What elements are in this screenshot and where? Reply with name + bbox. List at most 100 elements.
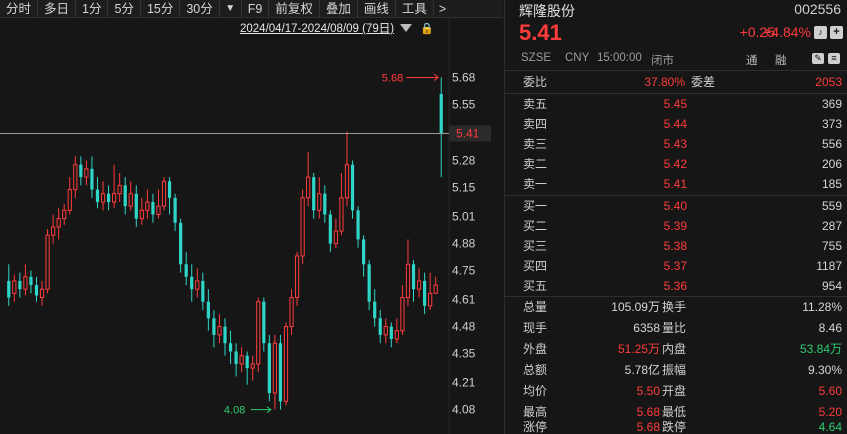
tab-30min[interactable]: 30分	[180, 0, 220, 18]
order-diff-value: 2053	[815, 75, 842, 89]
candle-body	[217, 326, 222, 336]
tab-1min[interactable]: 1分	[76, 0, 109, 18]
stat-label: 外盘	[523, 342, 548, 356]
triangle-down-icon[interactable]	[400, 24, 413, 32]
ask-row[interactable]: 卖五 5.45 369	[505, 94, 847, 114]
candle-body	[167, 181, 172, 198]
candle-body	[328, 214, 332, 244]
candle-body	[190, 276, 194, 290]
y-tick-label: 4.21	[452, 376, 476, 390]
bid-price: 5.37	[663, 259, 687, 273]
candle-body	[73, 164, 78, 191]
menu-icon[interactable]: ≡	[828, 53, 840, 64]
ask-row[interactable]: 卖四 5.44 373	[505, 114, 847, 134]
candle-body	[400, 297, 405, 332]
candle-body	[7, 280, 11, 298]
candle-body	[422, 280, 427, 306]
tab-intraday[interactable]: 分时	[0, 0, 39, 18]
order-diff-label: 委差	[691, 75, 716, 89]
stat-label: 内盘	[662, 342, 687, 356]
candle-body	[117, 184, 122, 195]
forward-adjust-button[interactable]: 前复权	[269, 0, 320, 18]
candle-body	[262, 301, 266, 344]
ask-price: 5.44	[663, 117, 687, 131]
stat-value: 6358	[633, 321, 660, 335]
ask-label: 卖四	[523, 117, 548, 131]
bid-row[interactable]: 买二 5.39 287	[505, 216, 847, 236]
candle-body	[339, 197, 344, 232]
y-tick-label: 5.55	[452, 97, 476, 111]
candle-body	[439, 94, 443, 134]
f9-button[interactable]: F9	[242, 0, 270, 18]
tab-multi-day[interactable]: 多日	[38, 0, 77, 18]
y-tick-label: 4.35	[452, 347, 476, 361]
bid-row[interactable]: 买三 5.38 755	[505, 236, 847, 256]
candlestick-chart-area[interactable]: 5.68 5.55 5.28 5.15 5.01 4.88 4.75 4.61 4.48 4.35…	[0, 18, 503, 434]
ask-row[interactable]: 卖一 5.41 185	[505, 174, 847, 194]
exchange-label: SZSE	[521, 52, 552, 64]
lock-icon[interactable]: 🔒	[420, 22, 434, 35]
candle-body	[344, 164, 350, 199]
period-selector[interactable]: 2024/04/17-2024/08/09 (79日) 🔒	[240, 20, 434, 36]
bid-row[interactable]: 买四 5.37 1187	[505, 256, 847, 276]
overlay-button[interactable]: 叠加	[320, 0, 358, 18]
candle-body	[223, 326, 227, 344]
ask-price: 5.41	[663, 177, 687, 191]
stat-value: 5.68	[636, 420, 660, 434]
stat-value: 5.50	[636, 384, 660, 398]
candle-body	[139, 209, 144, 220]
candle-body	[151, 202, 155, 215]
bid-row[interactable]: 买五 5.36 954	[505, 276, 847, 296]
stat-value: 5.78亿	[624, 363, 660, 377]
candle-body	[95, 189, 100, 203]
candle-body	[416, 280, 422, 290]
ask-row[interactable]: 卖三 5.43 556	[505, 134, 847, 154]
stat-row: 总量 105.09万 换手 11.28%	[505, 297, 847, 318]
candle-body	[12, 280, 17, 294]
stat-label: 总量	[523, 300, 548, 314]
candle-body	[300, 197, 305, 257]
candle-body	[128, 193, 133, 207]
bid-label: 买二	[523, 219, 548, 233]
ask-label: 卖一	[523, 177, 548, 191]
candle-body	[317, 193, 322, 211]
candle-body	[306, 176, 311, 199]
candle-body	[39, 288, 45, 299]
candle-body	[239, 355, 244, 365]
candlestick-chart[interactable]: 5.68 5.55 5.28 5.15 5.01 4.88 4.75 4.61 4.48 4.35…	[0, 18, 503, 434]
bell-icon[interactable]: ♪	[814, 26, 827, 39]
y-tick-label: 4.48	[452, 320, 476, 334]
period-dropdown-icon[interactable]: ▼	[220, 0, 242, 18]
tab-15min[interactable]: 15分	[141, 0, 181, 18]
bid-row[interactable]: 买一 5.40 559	[505, 196, 847, 216]
candle-body	[79, 164, 83, 178]
edit-icon[interactable]: ✎	[812, 53, 824, 64]
candle-body	[333, 230, 338, 245]
y-tick-label: 5.01	[452, 210, 476, 224]
add-watchlist-icon[interactable]: +	[830, 26, 843, 39]
bid-volume: 559	[821, 199, 842, 213]
ask-row[interactable]: 卖二 5.42 206	[505, 154, 847, 174]
period-range[interactable]: 2024/04/17-2024/08/09 (79日)	[240, 20, 394, 36]
bid-volume: 287	[821, 219, 842, 233]
y-tick-label: 4.75	[452, 264, 476, 278]
bid-label: 买五	[523, 279, 548, 293]
stat-label: 总额	[523, 363, 548, 377]
stat-value: 105.09万	[611, 300, 660, 314]
connect-badge: 通	[746, 55, 758, 67]
market-status: 闭市	[651, 55, 674, 67]
candle-body	[361, 239, 366, 265]
candle-body	[84, 168, 89, 178]
stat-label: 均价	[523, 384, 548, 398]
candle-body	[123, 185, 127, 207]
y-tick-label: 4.61	[452, 293, 476, 307]
stat-row: 涨停 5.68 跌停 4.64	[505, 420, 847, 434]
tab-5min[interactable]: 5分	[108, 0, 141, 18]
draw-line-button[interactable]: 画线	[358, 0, 396, 18]
more-button[interactable]: >	[434, 0, 451, 18]
y-tick-label: 5.68	[452, 70, 476, 84]
candle-body	[145, 201, 150, 211]
tools-button[interactable]: 工具	[396, 0, 434, 18]
candle-body	[156, 205, 161, 215]
y-tick-label: 4.08	[452, 403, 476, 417]
